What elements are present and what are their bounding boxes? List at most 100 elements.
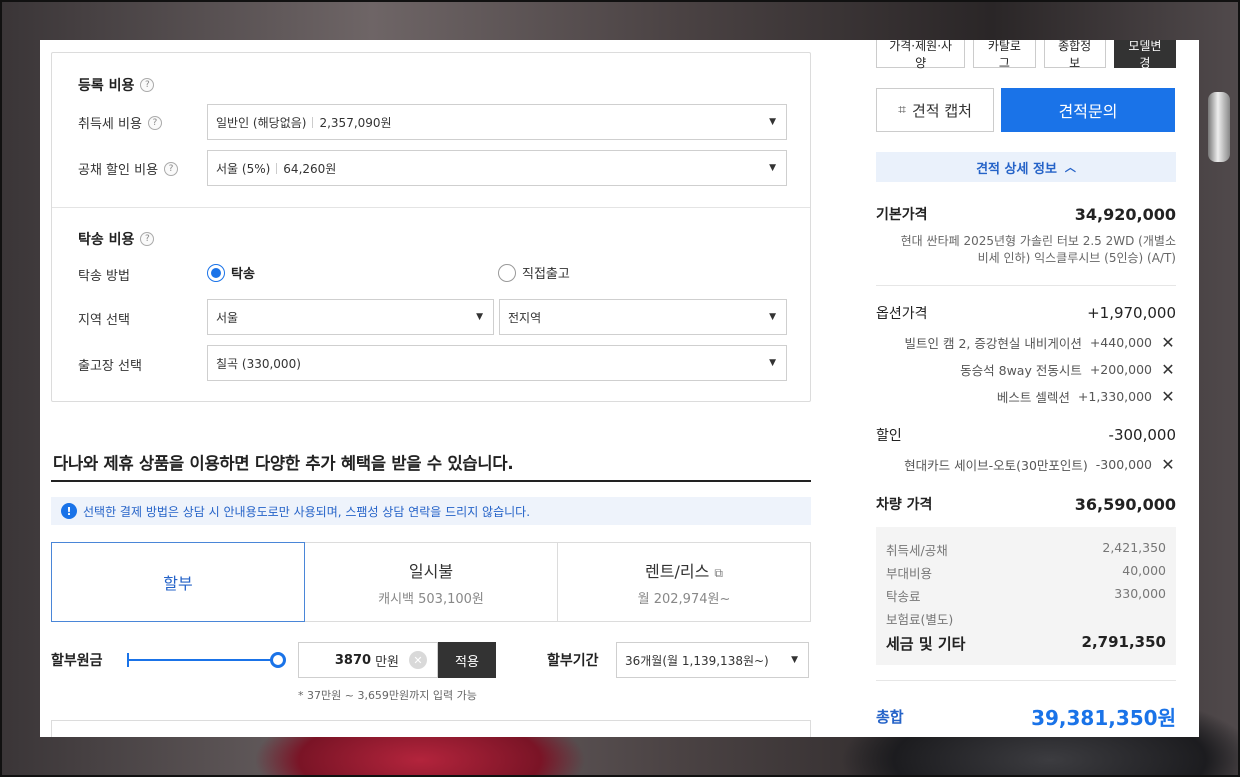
- radio-delivery[interactable]: 탁송: [207, 263, 255, 282]
- acquisition-select-amount: 2,357,090원: [319, 115, 392, 130]
- discount-row: 할인 -300,000: [876, 425, 1176, 445]
- loan-period-select[interactable]: 36개월(월 1,139,138원~) ▼: [616, 642, 809, 678]
- principal-hint: * 37만원 ~ 3,659만원까지 입력 가능: [298, 689, 477, 702]
- summary-divider: [876, 285, 1176, 286]
- help-icon[interactable]: ?: [147, 115, 162, 130]
- cost-card: 등록 비용 ? 취득세 비용 ? 일반인 (해당없음) 2,357,090원 ▼…: [51, 52, 811, 402]
- acquisition-select[interactable]: 일반인 (해당없음) 2,357,090원 ▼: [207, 104, 787, 140]
- tab-lump-sum[interactable]: 일시불 캐시백 503,100원: [305, 542, 558, 622]
- info-icon: !: [61, 503, 77, 519]
- option-item: 동승석 8way 전동시트 +200,000 ✕: [960, 360, 1176, 379]
- bond-label: 공채 할인 비용 ?: [78, 159, 179, 178]
- catalog-button[interactable]: 카탈로그: [973, 40, 1036, 70]
- tab-rent-lease[interactable]: 렌트/리스 ⧉ 월 202,974원~: [558, 542, 811, 622]
- trim-description-line-1: 현대 싼타페 2025년형 가솔린 터보 2.5 2WD (개별소: [900, 234, 1176, 248]
- tab-installment[interactable]: 할부: [51, 542, 305, 622]
- loan-principal-label: 할부원금: [51, 653, 103, 669]
- option-price-row: 옵션가격 +1,970,000: [876, 303, 1176, 323]
- payment-tabs: 할부 일시불 캐시백 503,100원 렌트/리스 ⧉ 월 202,974원~: [51, 542, 811, 622]
- remove-icon[interactable]: ✕: [1160, 333, 1176, 352]
- tax-row: 보험료(별도): [886, 609, 1166, 628]
- region-select[interactable]: 서울 ▼: [207, 299, 494, 335]
- principal-slider-knob[interactable]: [270, 652, 286, 668]
- tax-row: 탁송료 330,000: [886, 586, 1166, 605]
- notice-text: 선택한 결제 방법은 상담 시 안내용도로만 사용되며, 스팸성 상담 연락을 …: [83, 504, 531, 519]
- principal-amount-input[interactable]: 3870 만원 ✕: [298, 642, 438, 678]
- radio-pickup[interactable]: 직접출고: [498, 263, 570, 282]
- discount-value: -300,000: [1108, 426, 1176, 444]
- trim-description-line-2: 비세 인하) 익스클루시브 (5인승) (A/T): [977, 251, 1176, 265]
- tax-row-value: 330,000: [1114, 586, 1166, 601]
- tax-total-value: 2,791,350: [1081, 633, 1166, 651]
- tab-rent-lease-title-text: 렌트/리스: [645, 561, 710, 581]
- bond-select-value: 서울 (5%): [216, 161, 271, 176]
- bond-label-text: 공채 할인 비용: [78, 163, 159, 178]
- caret-down-icon: ▼: [791, 655, 798, 665]
- help-icon[interactable]: ?: [164, 161, 179, 176]
- tab-lump-sum-title: 일시불: [408, 561, 454, 581]
- delivery-title-text: 탁송 비용: [78, 232, 135, 248]
- remove-icon[interactable]: ✕: [1160, 360, 1176, 379]
- radio-unchecked-icon: [498, 263, 516, 282]
- left-column: 등록 비용 ? 취득세 비용 ? 일반인 (해당없음) 2,357,090원 ▼…: [51, 40, 811, 737]
- principal-amount-value: 3870: [334, 652, 372, 668]
- caret-down-icon: ▼: [769, 312, 776, 322]
- tax-total-label: 세금 및 기타: [886, 635, 966, 653]
- loan-period-value: 36개월(월 1,139,138원~): [625, 653, 769, 668]
- summary-divider: [876, 680, 1176, 681]
- subregion-select[interactable]: 전지역 ▼: [499, 299, 787, 335]
- help-icon[interactable]: ?: [140, 232, 155, 246]
- principal-slider-track[interactable]: [127, 659, 279, 661]
- vehicle-price-label: 차량 가격: [876, 497, 933, 513]
- tab-lump-sum-sub: 캐시백 503,100원: [378, 591, 484, 607]
- tab-rent-lease-title: 렌트/리스 ⧉: [645, 558, 723, 582]
- bond-select-amount: 64,260원: [283, 161, 337, 176]
- promo-underline: [51, 480, 811, 482]
- inquiry-button[interactable]: 견적문의: [1001, 88, 1175, 132]
- capture-button[interactable]: ⌗ 견적 캡처: [876, 88, 994, 132]
- background-door-handle: [1208, 92, 1230, 162]
- grand-total-label: 총합: [876, 708, 904, 726]
- base-price-label: 기본가격: [876, 207, 928, 223]
- registration-title: 등록 비용 ?: [78, 75, 155, 95]
- option-price-label: 옵션가격: [876, 306, 928, 322]
- remove-icon[interactable]: ✕: [1160, 455, 1176, 474]
- base-price-value: 34,920,000: [1074, 204, 1176, 224]
- region-label: 지역 선택: [78, 313, 130, 328]
- tax-row-value: 2,421,350: [1102, 540, 1166, 555]
- delivery-method-label: 탁송 방법: [78, 269, 130, 284]
- summary-panel: 가격·제원·사양 카탈로그 종합정보 모델변경 ⌗ 견적 캡처 견적문의 견적 …: [876, 40, 1176, 737]
- promo-heading: 다나와 제휴 상품을 이용하면 다양한 추가 혜택을 받을 수 있습니다.: [53, 454, 514, 473]
- change-model-button[interactable]: 모델변경: [1113, 40, 1176, 70]
- section-divider: [52, 207, 810, 208]
- option-price-value: +1,970,000: [1087, 304, 1176, 322]
- price-spec-button[interactable]: 가격·제원·사양: [876, 40, 966, 70]
- discount-item: 현대카드 세이브-오토(30만포인트) -300,000 ✕: [904, 455, 1176, 474]
- option-item: 빌트인 캠 2, 증강현실 내비게이션 +440,000 ✕: [905, 333, 1177, 352]
- tab-rent-lease-sub: 월 202,974원~: [637, 591, 731, 607]
- help-icon[interactable]: ?: [140, 78, 155, 92]
- tax-breakdown: 취득세/공채 2,421,350 부대비용 40,000 탁송료 330,000…: [876, 527, 1176, 665]
- factory-select[interactable]: 칠곡 (330,000) ▼: [207, 345, 787, 381]
- overview-button[interactable]: 종합정보: [1043, 40, 1106, 70]
- tax-row-name: 부대비용: [886, 566, 933, 581]
- delivery-title: 탁송 비용 ?: [78, 229, 155, 249]
- loan-period-label: 할부기간: [547, 653, 599, 669]
- acquisition-label-text: 취득세 비용: [78, 117, 142, 132]
- estimate-page: 등록 비용 ? 취득세 비용 ? 일반인 (해당없음) 2,357,090원 ▼…: [40, 40, 1199, 737]
- subregion-select-value: 전지역: [508, 310, 542, 325]
- principal-slider-start: [127, 653, 129, 667]
- remove-icon[interactable]: ✕: [1160, 387, 1176, 406]
- acquisition-label: 취득세 비용 ?: [78, 113, 162, 132]
- bond-select[interactable]: 서울 (5%) 64,260원 ▼: [207, 150, 787, 186]
- clear-icon[interactable]: ✕: [409, 651, 427, 669]
- registration-title-text: 등록 비용: [78, 78, 135, 94]
- notice-bar: ! 선택한 결제 방법은 상담 시 안내용도로만 사용되며, 스팸성 상담 연락…: [51, 497, 811, 525]
- tax-row-name: 취득세/공채: [886, 543, 948, 558]
- option-item-price: +200,000: [1089, 362, 1152, 377]
- tax-row-value: 40,000: [1122, 563, 1166, 578]
- detail-toggle[interactable]: 견적 상세 정보 ︿: [876, 152, 1176, 182]
- chevron-up-icon: ︿: [1064, 161, 1076, 174]
- option-item-price: +1,330,000: [1077, 389, 1152, 404]
- apply-button[interactable]: 적용: [438, 642, 496, 678]
